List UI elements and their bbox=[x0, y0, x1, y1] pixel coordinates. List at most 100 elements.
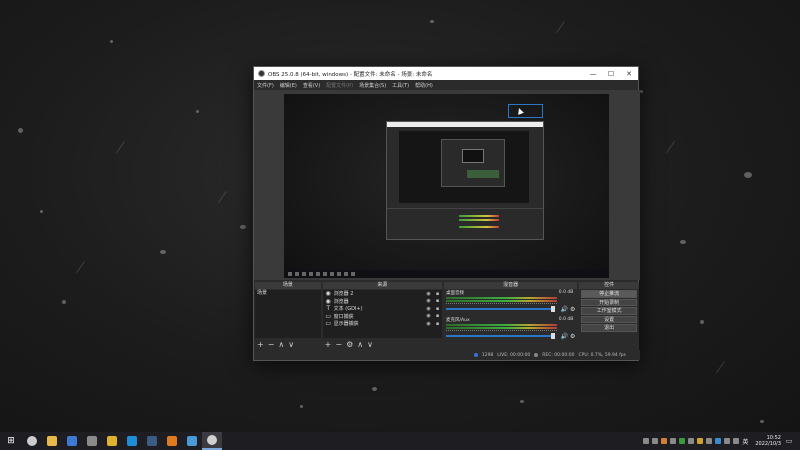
obs-window[interactable]: OBS 25.0.8 (64-bit, windows) - 配置文件: 未命名… bbox=[253, 66, 640, 361]
sources-dock: 来源 ◉ 浏览器 2 ◉ ▪ ◉ 浏览器 ◉ ▪ T 文本 (GDI+) ◉ ▪… bbox=[322, 282, 443, 350]
remove-source-button[interactable]: − bbox=[335, 340, 342, 349]
source-item[interactable]: ▭ 窗口捕获 ◉ ▪ bbox=[323, 313, 442, 321]
speaker-icon[interactable]: 🔊 bbox=[561, 333, 568, 340]
channel-db: 0.0 dB bbox=[558, 290, 574, 295]
menu-view[interactable]: 查看(V) bbox=[303, 82, 320, 89]
snowflake bbox=[640, 90, 643, 93]
meter-scale bbox=[446, 330, 558, 333]
steam-icon-glyph bbox=[147, 436, 157, 446]
taskbar-apps bbox=[22, 432, 222, 450]
visibility-eye-icon[interactable]: ◉ bbox=[424, 313, 433, 319]
minimize-button[interactable]: — bbox=[584, 70, 602, 78]
lock-icon[interactable]: ▪ bbox=[433, 291, 442, 297]
tray-icon[interactable] bbox=[715, 438, 722, 444]
tray-icon[interactable] bbox=[661, 438, 668, 444]
volume-icon[interactable] bbox=[733, 438, 740, 444]
source-item[interactable]: ◉ 浏览器 2 ◉ ▪ bbox=[323, 290, 442, 298]
visibility-eye-icon[interactable]: ◉ bbox=[424, 291, 433, 297]
lock-icon[interactable]: ▪ bbox=[433, 313, 442, 319]
gear-icon[interactable]: ⚙ bbox=[570, 333, 575, 340]
speaker-icon[interactable]: 🔊 bbox=[561, 306, 568, 313]
tray-icon[interactable] bbox=[652, 438, 659, 444]
edge-icon[interactable] bbox=[122, 432, 142, 450]
snowflake bbox=[430, 20, 434, 23]
file-explorer-icon-glyph bbox=[47, 436, 57, 446]
tray-icon[interactable] bbox=[688, 438, 695, 444]
snowflake bbox=[40, 210, 43, 213]
obs-icon[interactable] bbox=[202, 432, 222, 450]
menu-tools[interactable]: 工具(T) bbox=[392, 82, 409, 89]
move-scene-down-button[interactable]: ∨ bbox=[288, 340, 294, 349]
volume-slider-handle[interactable] bbox=[551, 306, 556, 312]
photos-icon[interactable] bbox=[62, 432, 82, 450]
search-icon[interactable] bbox=[22, 432, 42, 450]
gear-icon[interactable]: ⚙ bbox=[570, 306, 575, 313]
stop-streaming-button[interactable]: 停止推流 bbox=[581, 290, 638, 298]
visibility-eye-icon[interactable]: ◉ bbox=[424, 298, 433, 304]
channel-db: 0.0 dB bbox=[558, 317, 574, 322]
input-method-indicator[interactable]: 英 bbox=[742, 437, 748, 446]
tray-icon[interactable] bbox=[670, 438, 677, 444]
menu-scene-collection[interactable]: 场景集合(S) bbox=[359, 82, 386, 89]
maximize-button[interactable]: ☐ bbox=[602, 70, 620, 78]
app-yellow-icon[interactable] bbox=[102, 432, 122, 450]
lock-icon[interactable]: ▪ bbox=[433, 306, 442, 312]
start-windows-icon[interactable]: ⊞ bbox=[0, 436, 22, 446]
rec-time: REC: 00:00:00 bbox=[542, 352, 575, 358]
tray-icon[interactable] bbox=[643, 438, 650, 444]
file-explorer-icon[interactable] bbox=[42, 432, 62, 450]
source-properties-gear-icon[interactable]: ⚙ bbox=[346, 340, 353, 349]
source-item[interactable]: T 文本 (GDI+) ◉ ▪ bbox=[323, 305, 442, 313]
steam-icon[interactable] bbox=[142, 432, 162, 450]
menu-file[interactable]: 文件(F) bbox=[257, 82, 274, 89]
source-item[interactable]: ▭ 显示器捕获 ◉ ▪ bbox=[323, 320, 442, 328]
sources-toolbar: + − ⚙ ∧ ∨ bbox=[325, 339, 373, 349]
captured-taskbar-icon bbox=[316, 272, 320, 276]
tray-icon[interactable] bbox=[706, 438, 713, 444]
source-item[interactable]: ◉ 浏览器 ◉ ▪ bbox=[323, 298, 442, 306]
source-name: 窗口捕获 bbox=[333, 313, 354, 320]
close-button[interactable]: ✕ bbox=[620, 70, 638, 78]
source-name: 浏览器 bbox=[333, 298, 349, 305]
program-preview[interactable] bbox=[284, 94, 609, 278]
terminal-icon[interactable] bbox=[82, 432, 102, 450]
volume-slider-handle[interactable] bbox=[551, 333, 556, 339]
add-scene-button[interactable]: + bbox=[257, 340, 264, 349]
network-icon[interactable] bbox=[724, 438, 731, 444]
text-icon: T bbox=[326, 305, 330, 313]
lock-icon[interactable]: ▪ bbox=[433, 298, 442, 304]
nested-meter bbox=[459, 219, 499, 221]
notification-icon[interactable]: ▭ bbox=[784, 437, 794, 445]
status-bar: 1298 LIVE: 00:00:00 REC: 00:00:00 CPU: 0… bbox=[254, 350, 640, 360]
snow-streak bbox=[76, 260, 85, 274]
source-name: 浏览器 2 bbox=[333, 291, 354, 298]
volume-meter bbox=[446, 327, 558, 329]
app-orange-icon[interactable] bbox=[162, 432, 182, 450]
volume-slider[interactable] bbox=[446, 335, 556, 337]
start-recording-button[interactable]: 开始录制 bbox=[581, 298, 638, 306]
menu-help[interactable]: 帮助(H) bbox=[415, 82, 433, 89]
tray-icon[interactable] bbox=[697, 438, 704, 444]
tray-icon[interactable] bbox=[679, 438, 686, 444]
visibility-eye-icon[interactable]: ◉ bbox=[424, 321, 433, 327]
move-source-down-button[interactable]: ∨ bbox=[367, 340, 373, 349]
exit-button[interactable]: 退出 bbox=[581, 324, 638, 332]
browser-icon[interactable] bbox=[182, 432, 202, 450]
snowflake bbox=[680, 240, 686, 244]
lock-icon[interactable]: ▪ bbox=[433, 321, 442, 327]
volume-slider[interactable] bbox=[446, 308, 556, 310]
add-source-button[interactable]: + bbox=[325, 340, 332, 349]
visibility-eye-icon[interactable]: ◉ bbox=[424, 306, 433, 312]
remove-scene-button[interactable]: − bbox=[268, 340, 275, 349]
move-source-up-button[interactable]: ∧ bbox=[357, 340, 363, 349]
taskbar-clock[interactable]: 10:52 2022/10/3 bbox=[751, 435, 781, 447]
move-scene-up-button[interactable]: ∧ bbox=[278, 340, 284, 349]
scene-item[interactable]: 场景 bbox=[255, 290, 321, 297]
menu-profile[interactable]: 配置文件(P) bbox=[326, 82, 353, 89]
display-capture-icon: ▭ bbox=[325, 320, 331, 328]
studio-mode-button[interactable]: 工作室模式 bbox=[581, 307, 638, 315]
settings-button[interactable]: 设置 bbox=[581, 315, 638, 323]
volume-meter bbox=[446, 300, 558, 302]
menu-edit[interactable]: 编辑(E) bbox=[280, 82, 297, 89]
window-titlebar[interactable]: OBS 25.0.8 (64-bit, windows) - 配置文件: 未命名… bbox=[254, 67, 638, 80]
